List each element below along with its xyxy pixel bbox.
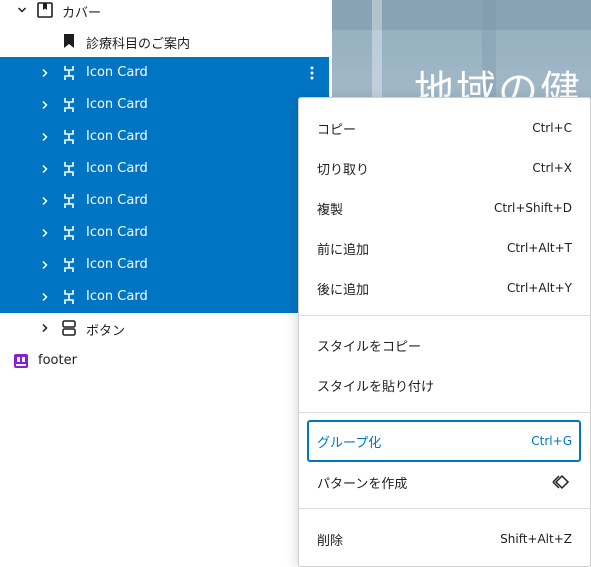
more-options-icon[interactable] (304, 63, 320, 83)
menu-item-copy-styles[interactable]: スタイルをコピー (307, 325, 581, 365)
menu-item-label: グループ化 (317, 435, 382, 451)
icon-card-label: Icon Card (86, 97, 148, 112)
menu-item-copy[interactable]: コピー Ctrl+C (307, 108, 581, 148)
stack-icon (60, 288, 78, 306)
symbol-icon (552, 474, 572, 490)
list-item-footer[interactable]: footer (0, 345, 329, 377)
list-item-icon-card[interactable]: Icon Card (0, 121, 329, 153)
icon-card-label: Icon Card (86, 65, 148, 80)
menu-item-label: スタイルをコピー (317, 339, 422, 355)
stack-icon (60, 224, 78, 242)
chevron-right-icon[interactable] (40, 132, 50, 142)
menu-item-label: 前に追加 (317, 242, 370, 258)
list-item-buttons[interactable]: ボタン (0, 313, 329, 345)
chevron-right-icon[interactable] (40, 292, 50, 302)
menu-item-label: 複製 (317, 202, 344, 218)
footer-label: footer (38, 353, 77, 368)
icon-card-label: Icon Card (86, 225, 148, 240)
stack-icon (60, 256, 78, 274)
chevron-right-icon[interactable] (40, 228, 50, 238)
menu-item-label: 切り取り (317, 162, 370, 178)
icon-card-label: Icon Card (86, 257, 148, 272)
stack-icon (60, 96, 78, 114)
menu-item-label: コピー (317, 122, 357, 138)
shortcut-hint: Ctrl+G (531, 434, 572, 448)
list-item-icon-card[interactable]: Icon Card (0, 217, 329, 249)
list-item-icon-card[interactable]: Icon Card (0, 153, 329, 185)
shortcut-hint: Ctrl+C (532, 121, 572, 135)
cover-label: カバー (62, 6, 102, 21)
chevron-right-icon[interactable] (40, 100, 50, 110)
menu-item-cut[interactable]: 切り取り Ctrl+X (307, 148, 581, 188)
list-item-cover[interactable]: カバー (0, 0, 329, 26)
shortcut-hint: Ctrl+Alt+T (506, 241, 572, 255)
menu-item-insert-after[interactable]: 後に追加 Ctrl+Alt+Y (307, 268, 581, 308)
list-item-icon-card[interactable]: Icon Card (0, 249, 329, 281)
icon-card-label: Icon Card (86, 193, 148, 208)
menu-item-duplicate[interactable]: 複製 Ctrl+Shift+D (307, 188, 581, 228)
menu-item-paste-styles[interactable]: スタイルを貼り付け (307, 365, 581, 405)
list-item-icon-card[interactable]: Icon Card (0, 281, 329, 313)
list-item-icon-card[interactable]: Icon Card (0, 57, 329, 89)
icon-card-label: Icon Card (86, 289, 148, 304)
chevron-right-icon[interactable] (40, 68, 50, 78)
icon-card-label: Icon Card (86, 129, 148, 144)
shortcut-hint: Ctrl+Alt+Y (506, 281, 572, 295)
shortcut-hint: Ctrl+X (532, 161, 572, 175)
menu-separator (299, 412, 590, 413)
stack-icon (60, 192, 78, 210)
icon-card-label: Icon Card (86, 161, 148, 176)
buttons-icon (60, 319, 78, 337)
stack-icon (60, 128, 78, 146)
list-item-icon-card[interactable]: Icon Card (0, 185, 329, 217)
list-item-shortcode[interactable]: 診療科目のご案内 (0, 25, 329, 57)
menu-item-insert-before[interactable]: 前に追加 Ctrl+Alt+T (307, 228, 581, 268)
template-part-icon (12, 352, 30, 370)
list-item-icon-card[interactable]: Icon Card (0, 89, 329, 121)
background-image (332, 0, 591, 30)
cover-icon (36, 1, 54, 19)
menu-separator (299, 508, 590, 509)
menu-item-label: 削除 (317, 533, 344, 549)
chevron-right-icon[interactable] (40, 164, 50, 174)
menu-item-create-pattern[interactable]: パターンを作成 (307, 462, 581, 502)
shortcut-hint: Ctrl+Shift+D (494, 201, 572, 215)
chevron-right-icon[interactable] (40, 196, 50, 206)
chevron-right-icon[interactable] (40, 323, 50, 333)
list-view: カバー 診療科目のご案内 Icon Card Icon Card Icon Ca… (0, 0, 332, 566)
menu-item-label: スタイルを貼り付け (317, 379, 435, 395)
stack-icon (60, 160, 78, 178)
chevron-right-icon[interactable] (40, 260, 50, 270)
block-options-menu: コピー Ctrl+C 切り取り Ctrl+X 複製 Ctrl+Shift+D 前… (298, 97, 591, 567)
menu-item-label: パターンを作成 (317, 476, 408, 492)
stack-icon (60, 64, 78, 82)
shortcut-hint: Shift+Alt+Z (500, 532, 572, 546)
menu-separator (299, 315, 590, 316)
shortcode-label: 診療科目のご案内 (86, 37, 191, 52)
menu-item-label: 後に追加 (317, 282, 370, 298)
menu-item-delete[interactable]: 削除 Shift+Alt+Z (307, 519, 581, 559)
chevron-down-icon[interactable] (17, 5, 27, 15)
bookmark-icon (60, 32, 78, 50)
menu-item-group[interactable]: グループ化 Ctrl+G (307, 420, 581, 462)
buttons-label: ボタン (86, 324, 126, 339)
